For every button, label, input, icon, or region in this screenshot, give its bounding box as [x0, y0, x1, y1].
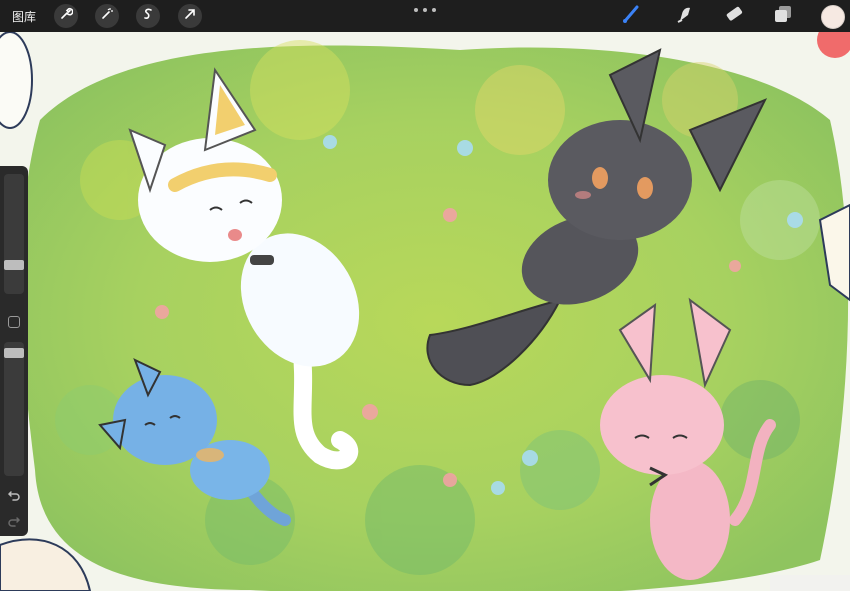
layers-button[interactable] [771, 4, 795, 28]
modify-square-icon[interactable] [8, 316, 20, 328]
brush-icon [621, 3, 643, 30]
eraser-tool-button[interactable] [722, 4, 746, 28]
dot-icon [423, 8, 427, 12]
adjustments-wand-button[interactable] [95, 4, 119, 28]
transform-button[interactable] [178, 4, 202, 28]
brush-tool-button[interactable] [620, 4, 644, 28]
opacity-slider[interactable] [4, 342, 24, 476]
wrench-icon [59, 7, 74, 26]
selection-s-icon [141, 7, 155, 26]
magic-wand-icon [100, 7, 114, 26]
more-options-button[interactable] [414, 6, 436, 14]
selection-button[interactable] [136, 4, 160, 28]
redo-icon[interactable] [7, 514, 21, 528]
smudge-icon [673, 3, 695, 30]
brush-size-thumb[interactable] [4, 260, 24, 270]
drawing-canvas[interactable] [0, 32, 850, 591]
dot-icon [414, 8, 418, 12]
color-picker-button[interactable] [821, 5, 845, 29]
gallery-button[interactable]: 图库 [12, 8, 36, 25]
transform-arrow-icon [183, 7, 197, 26]
dot-icon [432, 8, 436, 12]
actions-wrench-button[interactable] [54, 4, 78, 28]
brush-size-slider[interactable] [4, 174, 24, 294]
layers-icon [772, 3, 794, 30]
artwork [0, 32, 850, 591]
left-sidebar [0, 166, 28, 536]
eraser-icon [723, 3, 745, 30]
undo-icon[interactable] [7, 488, 21, 502]
smudge-tool-button[interactable] [672, 4, 696, 28]
opacity-thumb[interactable] [4, 348, 24, 358]
top-toolbar: 图库 [0, 0, 850, 32]
